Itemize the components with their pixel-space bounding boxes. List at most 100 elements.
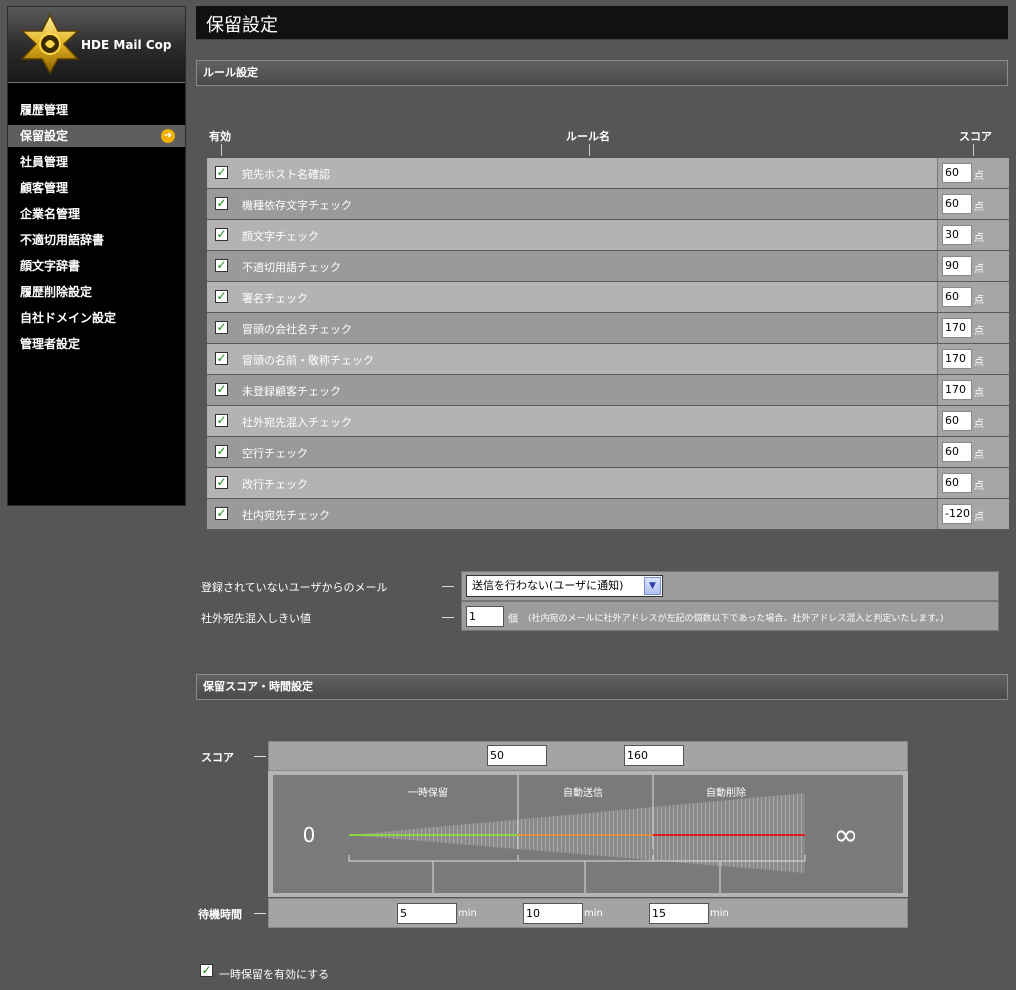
rule-enabled-checkbox[interactable]: ✓ — [215, 166, 228, 179]
rule-row: ✓ 不適切用語チェック 90 点 — [207, 251, 1009, 282]
sidebar-item-label: 自社ドメイン設定 — [20, 311, 117, 325]
logo: HDE Mail Cop — [8, 7, 185, 83]
sidebar-item-label: 保留設定 — [20, 129, 69, 143]
hold-diagram-panel: 0 ∞ 一時保留 自動送信 自動削除 — [273, 775, 903, 893]
sidebar-item-label: 社員管理 — [20, 155, 69, 169]
threshold-input[interactable]: 1 — [466, 606, 504, 627]
sidebar-item[interactable]: 顧客管理 — [8, 175, 185, 201]
rule-score-cell: 170 点 — [937, 375, 1009, 405]
rule-enabled-checkbox[interactable]: ✓ — [215, 228, 228, 241]
rule-score-input[interactable]: 60 — [942, 411, 972, 431]
rule-enabled-checkbox[interactable]: ✓ — [215, 197, 228, 210]
rule-enabled-checkbox[interactable]: ✓ — [215, 414, 228, 427]
rule-row: ✓ 社外宛先混入チェック 60 点 — [207, 406, 1009, 437]
nav-menu: 履歴管理保留設定 ➜ 社員管理顧客管理企業名管理不適切用語辞書顔文字辞書履歴削除設定… — [8, 97, 185, 357]
hold-diagram-graphic: 0 ∞ 一時保留 自動送信 自動削除 — [303, 775, 859, 893]
sidebar-item-label: 顔文字辞書 — [20, 259, 81, 273]
sidebar-item[interactable]: 顔文字辞書 — [8, 253, 185, 279]
rule-score-input[interactable]: -120 — [942, 504, 972, 524]
dash — [442, 617, 454, 618]
wait3-input[interactable]: 15 — [649, 903, 709, 924]
rule-enabled-checkbox[interactable]: ✓ — [215, 259, 228, 272]
score-low-input[interactable]: 50 — [487, 745, 547, 766]
rule-score-unit: 点 — [974, 388, 984, 399]
col-score-header: スコア — [959, 130, 992, 143]
sidebar-item-label: 管理者設定 — [20, 337, 81, 351]
threshold-note: (社内宛のメールに社外アドレスが左記の個数以下であった場合、社外アドレス混入と判… — [528, 614, 944, 624]
rule-score-unit: 点 — [974, 295, 984, 306]
sidebar-item-label: 履歴削除設定 — [20, 285, 93, 299]
enable-hold-label: 一時保留を有効にする — [219, 968, 330, 981]
rule-score-input[interactable]: 90 — [942, 256, 972, 276]
col-tick — [221, 144, 222, 156]
rule-enabled-checkbox[interactable]: ✓ — [215, 352, 228, 365]
rule-row: ✓ 顔文字チェック 30 点 — [207, 220, 1009, 251]
rule-enabled-checkbox[interactable]: ✓ — [215, 445, 228, 458]
rule-name: 未登録顧客チェック — [242, 385, 341, 398]
app-name: HDE Mail Cop — [81, 38, 172, 52]
rule-score-unit: 点 — [974, 481, 984, 492]
rule-name: 冒頭の会社名チェック — [242, 323, 352, 336]
unregistered-select[interactable]: 送信を行わない(ユーザに通知) ▼ — [466, 575, 663, 597]
rule-name: 宛先ホスト名確認 — [242, 168, 330, 181]
rule-score-unit: 点 — [974, 419, 984, 430]
score-label: スコア — [201, 751, 234, 764]
col-tick — [973, 144, 974, 156]
chevron-down-icon[interactable]: ▼ — [644, 577, 661, 595]
rule-score-input[interactable]: 30 — [942, 225, 972, 245]
threshold-row: 1 個 (社内宛のメールに社外アドレスが左記の個数以下であった場合、社外アドレス… — [461, 601, 999, 631]
rule-name: 空行チェック — [242, 447, 308, 460]
rule-name: 社内宛先チェック — [242, 509, 330, 522]
sidebar-item[interactable]: 履歴管理 — [8, 97, 185, 123]
sidebar-item[interactable]: 履歴削除設定 — [8, 279, 185, 305]
sidebar-item[interactable]: 保留設定 ➜ — [8, 125, 185, 147]
sidebar-item[interactable]: 管理者設定 — [8, 331, 185, 357]
hold-section-header: 保留スコア・時間設定 — [196, 674, 1008, 700]
rule-score-input[interactable]: 60 — [942, 163, 972, 183]
rule-score-unit: 点 — [974, 202, 984, 213]
rule-score-cell: 60 点 — [937, 468, 1009, 498]
rule-enabled-checkbox[interactable]: ✓ — [215, 476, 228, 489]
rule-score-input[interactable]: 60 — [942, 287, 972, 307]
rule-score-input[interactable]: 170 — [942, 349, 972, 369]
sidebar-item[interactable]: 自社ドメイン設定 — [8, 305, 185, 331]
rule-score-unit: 点 — [974, 357, 984, 368]
threshold-unit: 個 — [508, 614, 518, 625]
rule-score-input[interactable]: 170 — [942, 318, 972, 338]
time-bar: 5 min 10 min 15 min — [268, 898, 908, 928]
rules-table: ✓ 宛先ホスト名確認 60 点 ✓ 機種依存文字チェック 60 点 ✓ 顔文字チェック 30 点 ✓ 不適… — [207, 158, 1009, 530]
rule-enabled-checkbox[interactable]: ✓ — [215, 383, 228, 396]
unregistered-select-value: 送信を行わない(ユーザに通知) — [472, 579, 624, 592]
rule-name: 社外宛先混入チェック — [242, 416, 352, 429]
rule-enabled-checkbox[interactable]: ✓ — [215, 321, 228, 334]
sidebar-item[interactable]: 企業名管理 — [8, 201, 185, 227]
enable-hold-checkbox[interactable]: ✓ — [200, 964, 213, 977]
zone-hold-label: 一時保留 — [408, 786, 448, 799]
rule-score-input[interactable]: 60 — [942, 473, 972, 493]
rule-row: ✓ 宛先ホスト名確認 60 点 — [207, 158, 1009, 189]
time-bracket — [348, 855, 519, 862]
score-high-input[interactable]: 160 — [624, 745, 684, 766]
score-bar: 50 160 — [268, 741, 908, 771]
rule-score-input[interactable]: 170 — [942, 380, 972, 400]
sidebar-item[interactable]: 不適切用語辞書 — [8, 227, 185, 253]
zero-label: 0 — [303, 823, 316, 847]
min-unit: min — [584, 908, 603, 919]
min-unit: min — [710, 908, 729, 919]
rule-enabled-checkbox[interactable]: ✓ — [215, 507, 228, 520]
rule-row: ✓ 冒頭の名前・敬称チェック 170 点 — [207, 344, 1009, 375]
rule-score-cell: 170 点 — [937, 313, 1009, 343]
wait2-input[interactable]: 10 — [523, 903, 583, 924]
rule-score-cell: 60 点 — [937, 189, 1009, 219]
rule-score-input[interactable]: 60 — [942, 442, 972, 462]
wait1-input[interactable]: 5 — [397, 903, 457, 924]
rule-enabled-checkbox[interactable]: ✓ — [215, 290, 228, 303]
rule-score-cell: 170 点 — [937, 344, 1009, 374]
arrow-right-icon: ➜ — [161, 129, 175, 143]
dash — [442, 586, 454, 587]
rule-name: 顔文字チェック — [242, 230, 319, 243]
sidebar-item[interactable]: 社員管理 — [8, 149, 185, 175]
sidebar-item-label: 企業名管理 — [20, 207, 81, 221]
rule-name: 改行チェック — [242, 478, 308, 491]
rule-score-input[interactable]: 60 — [942, 194, 972, 214]
